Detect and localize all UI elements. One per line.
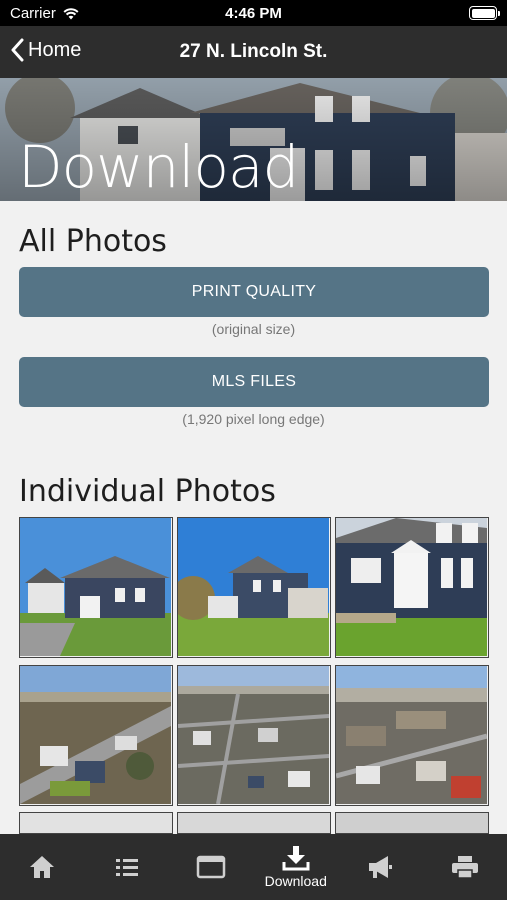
photo-grid — [19, 517, 489, 806]
hero-banner: Download — [0, 78, 507, 201]
download-heading: Download — [18, 133, 299, 201]
photo-thumbnail[interactable] — [335, 665, 489, 806]
chevron-left-icon — [11, 38, 24, 62]
tab-home[interactable] — [0, 834, 85, 900]
all-photos-title: All Photos — [19, 224, 167, 259]
back-label: Home — [28, 38, 82, 61]
back-button[interactable]: Home — [10, 38, 81, 62]
print-quality-button[interactable]: PRINT QUALITY — [19, 267, 489, 317]
photo-thumbnail[interactable] — [19, 665, 173, 806]
tab-download-label: Download — [264, 873, 327, 889]
tab-print[interactable] — [423, 834, 507, 900]
photo-thumbnail[interactable] — [19, 812, 173, 834]
tab-marketing[interactable] — [338, 834, 423, 900]
photo-thumbnail[interactable] — [335, 517, 489, 658]
individual-photos-title: Individual Photos — [19, 474, 276, 509]
download-icon — [282, 846, 310, 871]
print-quality-caption: (original size) — [211, 321, 296, 337]
photo-thumbnail[interactable] — [19, 517, 173, 658]
tab-download[interactable]: Download — [254, 834, 339, 900]
browser-window-icon — [197, 855, 226, 879]
mls-files-caption: (1,920 pixel long edge) — [182, 411, 325, 427]
list-icon — [115, 859, 138, 876]
megaphone-icon — [369, 856, 393, 878]
mls-files-button[interactable]: MLS FILES — [19, 357, 489, 407]
photo-thumbnail[interactable] — [335, 812, 489, 834]
tab-browser[interactable] — [169, 834, 254, 900]
navigation-bar: Home 27 N. Lincoln St. — [0, 26, 507, 78]
photo-thumbnail[interactable] — [177, 812, 331, 834]
photo-thumbnail[interactable] — [177, 517, 331, 658]
tab-list[interactable] — [85, 834, 170, 900]
status-bar: Carrier 4:46 PM — [0, 0, 507, 26]
status-time: 4:46 PM — [225, 5, 282, 22]
tab-bar: Download — [0, 834, 507, 900]
printer-icon — [451, 856, 478, 879]
battery-icon — [469, 6, 500, 20]
photo-thumbnail[interactable] — [177, 665, 331, 806]
home-icon — [30, 856, 55, 878]
